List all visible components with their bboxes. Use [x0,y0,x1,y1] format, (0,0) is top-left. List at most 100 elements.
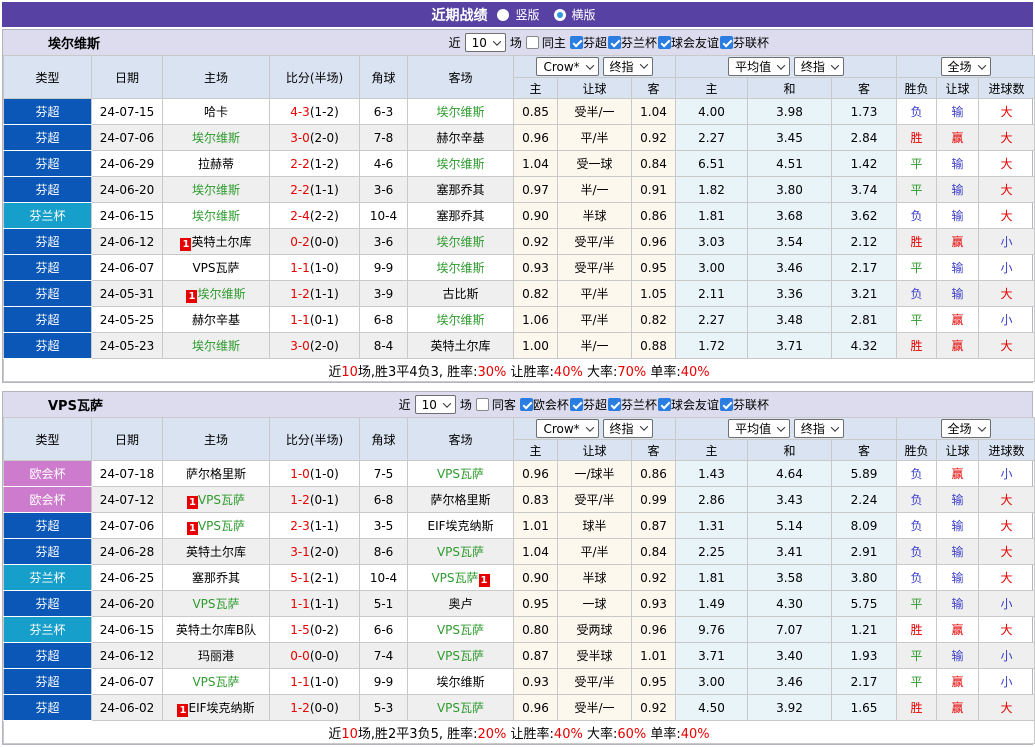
league-checkbox-label: 球会友谊 [671,396,719,413]
league-checkbox[interactable] [608,398,621,411]
scope-select[interactable]: 全场 [941,57,991,76]
score: 1-1(1-1) [270,591,360,617]
match-row: 芬超24-06-12玛丽港0-0(0-0)7-4VPS瓦萨0.87受半球1.01… [4,643,1035,669]
league-checkbox[interactable] [570,36,583,49]
league-badge: 芬超 [4,539,92,565]
league-checkbox-label: 芬联杯 [733,396,769,413]
result-goals: 小 [979,461,1035,487]
recent-suffix-label: 场 [510,34,522,51]
result-outcome: 平 [897,591,937,617]
match-date: 24-06-15 [92,617,163,643]
hcp-line: 受半/一 [558,695,632,721]
away-team: VPS瓦萨 [408,617,514,643]
avg-draw-odds: 4.51 [748,151,832,177]
league-checkbox[interactable] [658,36,671,49]
league-checkbox[interactable] [608,36,621,49]
sub-header-result: 胜负 [897,78,937,99]
result-outcome: 平 [897,255,937,281]
hcp-line: 球半 [558,513,632,539]
away-team: 埃尔维斯 [408,151,514,177]
avg-home-odds: 2.27 [676,125,748,151]
score: 1-0(1-0) [270,461,360,487]
summary-part: 大率: [583,365,618,380]
league-checkbox-label: 芬超 [583,396,607,413]
home-team: 埃尔维斯 [163,177,270,203]
match-date: 24-06-29 [92,151,163,177]
same-side-checkbox[interactable] [476,398,489,411]
recent-suffix-label: 场 [460,396,472,413]
home-team: 1英特土尔库 [163,229,270,255]
red-card-badge: 1 [180,238,191,251]
halftime-score: (0-1) [310,493,339,507]
summary-part: 10 [341,365,358,380]
team-label: 埃尔维斯 [436,157,484,171]
hcp-away-odds: 0.88 [632,333,676,359]
chevron-down-icon [777,61,785,69]
result-goals: 小 [979,591,1035,617]
odds-source-select[interactable]: Crow* [536,419,598,438]
same-side-checkbox[interactable] [526,36,539,49]
hcp-line: 受平/半 [558,669,632,695]
league-badge: 芬兰杯 [4,617,92,643]
avg-home-odds: 2.25 [676,539,748,565]
sub-header-avg-home: 主 [676,440,748,461]
hcp-home-odds: 0.97 [514,177,558,203]
league-checkbox-label: 芬超 [583,34,607,51]
fulltime-score: 1-2 [290,493,310,507]
avg-stage-select[interactable]: 终指 [794,419,844,438]
league-badge: 芬超 [4,125,92,151]
fulltime-score: 1-2 [290,287,310,301]
avg-away-odds: 3.21 [832,281,897,307]
page-title: 近期战绩 [431,5,487,25]
avg-away-odds: 5.89 [832,461,897,487]
hcp-line: 受平/半 [558,487,632,513]
odds-source-select[interactable]: Crow* [536,57,598,76]
league-checkbox[interactable] [570,398,583,411]
league-checkbox[interactable] [720,398,733,411]
avg-draw-odds: 3.92 [748,695,832,721]
hcp-home-odds: 0.80 [514,617,558,643]
league-checkbox[interactable] [658,398,671,411]
match-row: 欧会杯24-07-121VPS瓦萨1-2(0-1)6-8萨尔格里斯0.83受平/… [4,487,1035,513]
corners: 8-6 [360,539,408,565]
layout-radio-horizontal[interactable] [554,9,566,21]
hcp-home-odds: 0.93 [514,255,558,281]
recent-count-select[interactable]: 10 [465,33,506,52]
hcp-home-odds: 1.01 [514,513,558,539]
league-checkbox-label: 芬兰杯 [621,34,657,51]
score: 2-2(1-1) [270,177,360,203]
odds-stage-select[interactable]: 终指 [603,57,653,76]
avg-source-select[interactable]: 平均值 [728,57,790,76]
summary-part: 10 [341,727,358,742]
fulltime-score: 1-1 [290,313,310,327]
team-label: 英特土尔库 [430,339,490,353]
hcp-away-odds: 0.82 [632,307,676,333]
team-label: VPS瓦萨 [437,623,484,637]
avg-stage-select[interactable]: 终指 [794,57,844,76]
recent-count-select[interactable]: 10 [415,395,456,414]
layout-radio-vertical[interactable] [497,9,509,21]
scope-select[interactable]: 全场 [941,419,991,438]
col-header-away: 客场 [408,56,514,99]
league-badge: 芬兰杯 [4,203,92,229]
hcp-away-odds: 1.05 [632,281,676,307]
avg-source-select[interactable]: 平均值 [728,419,790,438]
halftime-score: (1-1) [310,597,339,611]
recent-prefix-label: 近 [449,34,461,51]
corners: 6-8 [360,487,408,513]
sub-header-avg-draw: 和 [748,78,832,99]
avg-draw-odds: 3.71 [748,333,832,359]
league-checkbox[interactable] [720,36,733,49]
hcp-away-odds: 0.84 [632,539,676,565]
match-date: 24-06-12 [92,643,163,669]
league-checkbox[interactable] [520,398,533,411]
result-handicap: 输 [937,255,979,281]
team-label: 奥卢 [448,597,472,611]
home-team: 萨尔格里斯 [163,461,270,487]
result-goals: 大 [979,333,1035,359]
hcp-away-odds: 0.96 [632,617,676,643]
sub-header-hcp-home: 主 [514,440,558,461]
result-goals: 小 [979,643,1035,669]
col-header-type: 类型 [4,418,92,461]
odds-stage-select[interactable]: 终指 [603,419,653,438]
